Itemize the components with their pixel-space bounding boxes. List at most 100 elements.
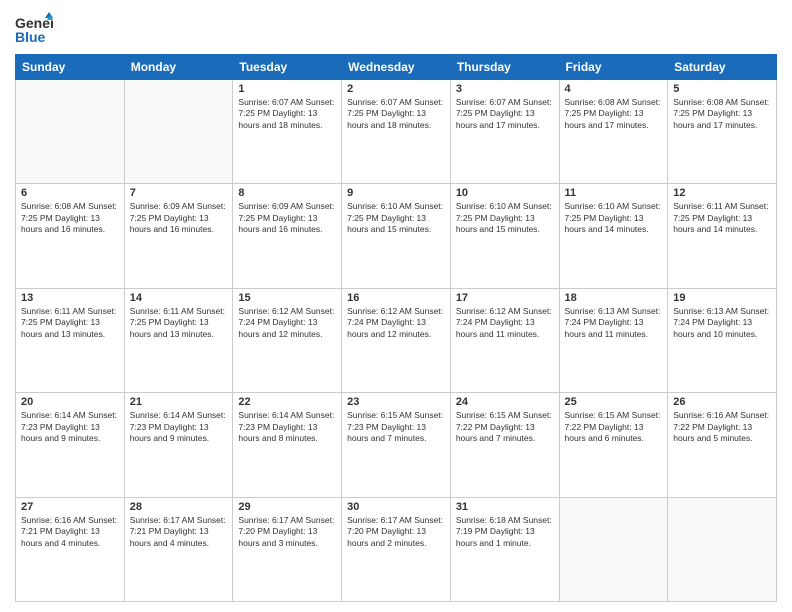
day-number: 21 (130, 396, 228, 408)
day-info: Sunrise: 6:12 AM Sunset: 7:24 PM Dayligh… (456, 306, 554, 340)
calendar-cell: 14 Sunrise: 6:11 AM Sunset: 7:25 PM Dayli… (124, 288, 233, 392)
weekday-header-sunday: Sunday (16, 55, 125, 80)
day-info: Sunrise: 6:17 AM Sunset: 7:20 PM Dayligh… (347, 515, 445, 549)
day-number: 9 (347, 187, 445, 199)
day-info: Sunrise: 6:13 AM Sunset: 7:24 PM Dayligh… (565, 306, 663, 340)
day-info: Sunrise: 6:15 AM Sunset: 7:22 PM Dayligh… (565, 410, 663, 444)
day-info: Sunrise: 6:08 AM Sunset: 7:25 PM Dayligh… (21, 201, 119, 235)
day-number: 15 (238, 292, 336, 304)
day-info: Sunrise: 6:15 AM Sunset: 7:23 PM Dayligh… (347, 410, 445, 444)
day-number: 3 (456, 83, 554, 95)
day-number: 30 (347, 501, 445, 513)
calendar-cell: 26 Sunrise: 6:16 AM Sunset: 7:22 PM Dayli… (668, 393, 777, 497)
calendar-cell: 13Sunrise: 6:11 AM Sunset: 7:25 PM Dayli… (16, 288, 125, 392)
calendar-cell: 28 Sunrise: 6:17 AM Sunset: 7:21 PM Dayli… (124, 497, 233, 601)
day-number: 20 (21, 396, 119, 408)
week-row-4: 27Sunrise: 6:16 AM Sunset: 7:21 PM Dayli… (16, 497, 777, 601)
weekday-header-row: SundayMondayTuesdayWednesdayThursdayFrid… (16, 55, 777, 80)
week-row-0: 1 Sunrise: 6:07 AM Sunset: 7:25 PM Daylig… (16, 80, 777, 184)
day-number: 10 (456, 187, 554, 199)
calendar-cell: 4Sunrise: 6:08 AM Sunset: 7:25 PM Daylig… (559, 80, 668, 184)
day-info: Sunrise: 6:11 AM Sunset: 7:25 PM Dayligh… (21, 306, 119, 340)
calendar-table: SundayMondayTuesdayWednesdayThursdayFrid… (15, 54, 777, 602)
day-info: Sunrise: 6:18 AM Sunset: 7:19 PM Dayligh… (456, 515, 554, 549)
calendar-cell: 3 Sunrise: 6:07 AM Sunset: 7:25 PM Daylig… (450, 80, 559, 184)
calendar-cell: 15 Sunrise: 6:12 AM Sunset: 7:24 PM Dayli… (233, 288, 342, 392)
day-number: 4 (565, 83, 663, 95)
day-info: Sunrise: 6:11 AM Sunset: 7:25 PM Dayligh… (673, 201, 771, 235)
day-info: Sunrise: 6:09 AM Sunset: 7:25 PM Dayligh… (238, 201, 336, 235)
calendar-cell: 16 Sunrise: 6:12 AM Sunset: 7:24 PM Dayli… (342, 288, 451, 392)
day-number: 1 (238, 83, 336, 95)
calendar-cell: 8 Sunrise: 6:09 AM Sunset: 7:25 PM Daylig… (233, 184, 342, 288)
calendar-cell: 2 Sunrise: 6:07 AM Sunset: 7:25 PM Daylig… (342, 80, 451, 184)
day-number: 17 (456, 292, 554, 304)
calendar-cell: 24Sunrise: 6:15 AM Sunset: 7:22 PM Dayli… (450, 393, 559, 497)
calendar-cell: 19 Sunrise: 6:13 AM Sunset: 7:24 PM Dayli… (668, 288, 777, 392)
calendar-cell: 17 Sunrise: 6:12 AM Sunset: 7:24 PM Dayli… (450, 288, 559, 392)
calendar-cell: 10 Sunrise: 6:10 AM Sunset: 7:25 PM Dayli… (450, 184, 559, 288)
day-number: 28 (130, 501, 228, 513)
calendar-cell: 21Sunrise: 6:14 AM Sunset: 7:23 PM Dayli… (124, 393, 233, 497)
day-number: 16 (347, 292, 445, 304)
day-info: Sunrise: 6:09 AM Sunset: 7:25 PM Dayligh… (130, 201, 228, 235)
calendar-cell: 20 Sunrise: 6:14 AM Sunset: 7:23 PM Dayli… (16, 393, 125, 497)
day-info: Sunrise: 6:11 AM Sunset: 7:25 PM Dayligh… (130, 306, 228, 340)
calendar-cell: 9 Sunrise: 6:10 AM Sunset: 7:25 PM Daylig… (342, 184, 451, 288)
day-number: 25 (565, 396, 663, 408)
weekday-header-monday: Monday (124, 55, 233, 80)
day-number: 26 (673, 396, 771, 408)
week-row-1: 6 Sunrise: 6:08 AM Sunset: 7:25 PM Daylig… (16, 184, 777, 288)
day-info: Sunrise: 6:13 AM Sunset: 7:24 PM Dayligh… (673, 306, 771, 340)
weekday-header-saturday: Saturday (668, 55, 777, 80)
calendar-cell: 30 Sunrise: 6:17 AM Sunset: 7:20 PM Dayli… (342, 497, 451, 601)
day-info: Sunrise: 6:12 AM Sunset: 7:24 PM Dayligh… (347, 306, 445, 340)
day-number: 6 (21, 187, 119, 199)
day-info: Sunrise: 6:07 AM Sunset: 7:25 PM Dayligh… (347, 97, 445, 131)
day-info: Sunrise: 6:15 AM Sunset: 7:22 PM Dayligh… (456, 410, 554, 444)
calendar-cell: 27Sunrise: 6:16 AM Sunset: 7:21 PM Dayli… (16, 497, 125, 601)
day-info: Sunrise: 6:10 AM Sunset: 7:25 PM Dayligh… (565, 201, 663, 235)
day-info: Sunrise: 6:07 AM Sunset: 7:25 PM Dayligh… (456, 97, 554, 131)
day-number: 5 (673, 83, 771, 95)
day-number: 8 (238, 187, 336, 199)
day-number: 14 (130, 292, 228, 304)
day-info: Sunrise: 6:17 AM Sunset: 7:21 PM Dayligh… (130, 515, 228, 549)
calendar-cell: 18 Sunrise: 6:13 AM Sunset: 7:24 PM Dayli… (559, 288, 668, 392)
calendar-cell (559, 497, 668, 601)
calendar-cell: 22 Sunrise: 6:14 AM Sunset: 7:23 PM Dayli… (233, 393, 342, 497)
logo: General Blue (15, 10, 53, 48)
calendar-cell: 29Sunrise: 6:17 AM Sunset: 7:20 PM Dayli… (233, 497, 342, 601)
calendar-cell (16, 80, 125, 184)
day-number: 7 (130, 187, 228, 199)
day-info: Sunrise: 6:16 AM Sunset: 7:22 PM Dayligh… (673, 410, 771, 444)
day-info: Sunrise: 6:10 AM Sunset: 7:25 PM Dayligh… (456, 201, 554, 235)
calendar-cell: 11 Sunrise: 6:10 AM Sunset: 7:25 PM Dayli… (559, 184, 668, 288)
weekday-header-wednesday: Wednesday (342, 55, 451, 80)
logo-icon: General Blue (15, 10, 53, 48)
svg-text:Blue: Blue (15, 29, 46, 45)
day-info: Sunrise: 6:14 AM Sunset: 7:23 PM Dayligh… (21, 410, 119, 444)
day-info: Sunrise: 6:07 AM Sunset: 7:25 PM Dayligh… (238, 97, 336, 131)
day-info: Sunrise: 6:10 AM Sunset: 7:25 PM Dayligh… (347, 201, 445, 235)
day-number: 22 (238, 396, 336, 408)
day-number: 18 (565, 292, 663, 304)
day-info: Sunrise: 6:08 AM Sunset: 7:25 PM Dayligh… (673, 97, 771, 131)
calendar-cell (668, 497, 777, 601)
day-number: 29 (238, 501, 336, 513)
weekday-header-thursday: Thursday (450, 55, 559, 80)
day-info: Sunrise: 6:14 AM Sunset: 7:23 PM Dayligh… (238, 410, 336, 444)
day-number: 27 (21, 501, 119, 513)
calendar-cell: 5 Sunrise: 6:08 AM Sunset: 7:25 PM Daylig… (668, 80, 777, 184)
header: General Blue (15, 10, 777, 48)
day-number: 23 (347, 396, 445, 408)
day-info: Sunrise: 6:12 AM Sunset: 7:24 PM Dayligh… (238, 306, 336, 340)
calendar-cell: 25 Sunrise: 6:15 AM Sunset: 7:22 PM Dayli… (559, 393, 668, 497)
calendar-cell: 12Sunrise: 6:11 AM Sunset: 7:25 PM Dayli… (668, 184, 777, 288)
day-number: 11 (565, 187, 663, 199)
weekday-header-friday: Friday (559, 55, 668, 80)
day-number: 31 (456, 501, 554, 513)
day-number: 2 (347, 83, 445, 95)
day-number: 19 (673, 292, 771, 304)
week-row-2: 13Sunrise: 6:11 AM Sunset: 7:25 PM Dayli… (16, 288, 777, 392)
